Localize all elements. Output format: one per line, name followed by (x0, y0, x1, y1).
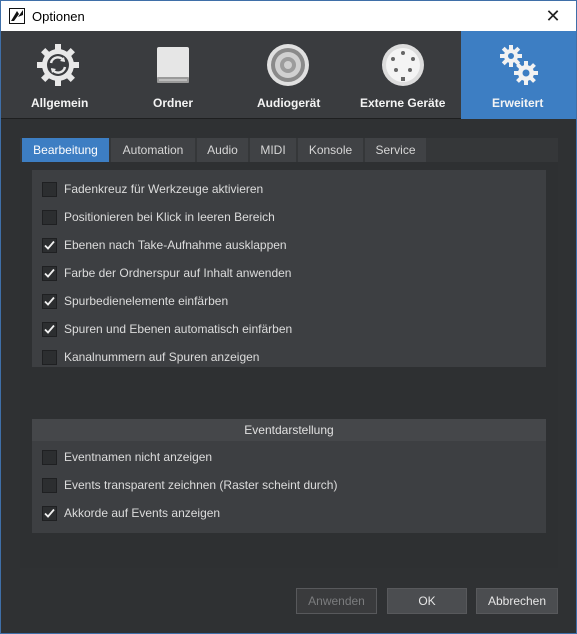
option-label: Ebenen nach Take-Aufnahme ausklappen (64, 238, 287, 252)
option-channel-numbers[interactable]: Kanalnummern auf Spuren anzeigen (42, 347, 259, 367)
close-button[interactable]: ✕ (530, 1, 576, 31)
event-display-header: Eventdarstellung (32, 419, 546, 441)
checkbox[interactable] (42, 349, 57, 365)
option-crosshair[interactable]: Fadenkreuz für Werkzeuge aktivieren (42, 179, 263, 199)
tab-midi[interactable]: MIDI (250, 138, 296, 162)
category-audio-device[interactable]: Audiogerät (231, 31, 346, 119)
options-window: Allgemein Ordner Audiogerät Externe Gerä… (0, 31, 577, 634)
option-auto-color[interactable]: Spuren und Ebenen automatisch einfärben (42, 319, 292, 339)
tab-editing-label: Bearbeitung (33, 143, 98, 157)
cancel-button-label: Abbrechen (487, 594, 547, 608)
tab-content: Fadenkreuz für Werkzeuge aktivieren Posi… (20, 162, 558, 568)
sync-gear-icon (37, 44, 79, 86)
option-label: Akkorde auf Events anzeigen (64, 506, 221, 520)
category-external-devices-label: Externe Geräte (360, 96, 446, 110)
checkbox[interactable] (42, 477, 57, 493)
speaker-icon (267, 44, 309, 86)
apply-button[interactable]: Anwenden (296, 588, 377, 614)
checkbox[interactable] (42, 449, 57, 465)
checkbox[interactable] (42, 181, 57, 197)
option-label: Fadenkreuz für Werkzeuge aktivieren (64, 182, 264, 196)
tab-console-label: Konsole (308, 143, 353, 157)
checkmark-icon (44, 324, 55, 334)
tab-console[interactable]: Konsole (298, 138, 363, 162)
option-position-on-click[interactable]: Positionieren bei Klick in leeren Bereic… (42, 207, 275, 227)
category-general[interactable]: Allgemein (1, 31, 116, 119)
checkbox[interactable] (42, 293, 57, 309)
tab-midi-label: MIDI (260, 143, 286, 157)
drive-icon (157, 47, 189, 83)
editing-options-group: Fadenkreuz für Werkzeuge aktivieren Posi… (32, 170, 546, 367)
option-show-chords[interactable]: Akkorde auf Events anzeigen (42, 503, 220, 523)
tab-audio[interactable]: Audio (197, 138, 248, 162)
midi-connector-icon (382, 44, 424, 86)
apply-button-label: Anwenden (308, 594, 365, 608)
tab-automation-label: Automation (122, 143, 184, 157)
checkmark-icon (44, 268, 55, 278)
app-logo-icon (9, 8, 25, 24)
checkmark-icon (44, 240, 55, 250)
option-label: Spuren und Ebenen automatisch einfärben (64, 322, 293, 336)
category-external-devices[interactable]: Externe Geräte (346, 31, 461, 119)
category-folders-label: Ordner (153, 96, 194, 110)
option-label: Events transparent zeichnen (Raster sche… (64, 478, 338, 492)
checkmark-icon (44, 508, 55, 518)
option-label: Kanalnummern auf Spuren anzeigen (64, 350, 260, 364)
option-label: Eventnamen nicht anzeigen (64, 450, 213, 464)
category-folders[interactable]: Ordner (116, 31, 231, 119)
category-audio-device-label: Audiogerät (257, 96, 321, 110)
category-general-label: Allgemein (31, 96, 89, 110)
option-label: Positionieren bei Klick in leeren Bereic… (64, 210, 275, 224)
event-display-group: Eventdarstellung Eventnamen nicht anzeig… (32, 419, 546, 533)
event-display-title: Eventdarstellung (244, 423, 334, 437)
option-transparent-events[interactable]: Events transparent zeichnen (Raster sche… (42, 475, 337, 495)
checkbox[interactable] (42, 209, 57, 225)
checkbox[interactable] (42, 321, 57, 337)
category-advanced-label: Erweitert (492, 96, 544, 110)
ok-button[interactable]: OK (387, 588, 467, 614)
tab-audio-label: Audio (207, 143, 238, 157)
category-bar: Allgemein Ordner Audiogerät Externe Gerä… (1, 31, 576, 119)
window-title: Optionen (32, 9, 85, 24)
checkbox[interactable] (42, 237, 57, 253)
title-bar: Optionen ✕ (0, 0, 577, 31)
tab-service-label: Service (375, 143, 416, 157)
category-advanced[interactable]: Erweitert (461, 31, 576, 119)
tab-editing[interactable]: Bearbeitung (22, 138, 109, 162)
gears-icon (500, 45, 538, 85)
option-expand-layers[interactable]: Ebenen nach Take-Aufnahme ausklappen (42, 235, 287, 255)
cancel-button[interactable]: Abbrechen (476, 588, 558, 614)
settings-panel: Bearbeitung Automation Audio MIDI Konsol… (20, 138, 558, 568)
checkmark-icon (44, 296, 55, 306)
checkbox[interactable] (42, 505, 57, 521)
tab-automation[interactable]: Automation (111, 138, 195, 162)
option-label: Spurbedienelemente einfärben (64, 294, 229, 308)
ok-button-label: OK (418, 594, 436, 608)
option-hide-event-names[interactable]: Eventnamen nicht anzeigen (42, 447, 212, 467)
close-icon: ✕ (545, 5, 561, 26)
option-label: Farbe der Ordnerspur auf Inhalt anwenden (64, 266, 292, 280)
tab-service[interactable]: Service (365, 138, 426, 162)
option-color-track-controls[interactable]: Spurbedienelemente einfärben (42, 291, 228, 311)
checkbox[interactable] (42, 265, 57, 281)
option-folder-color[interactable]: Farbe der Ordnerspur auf Inhalt anwenden (42, 263, 291, 283)
